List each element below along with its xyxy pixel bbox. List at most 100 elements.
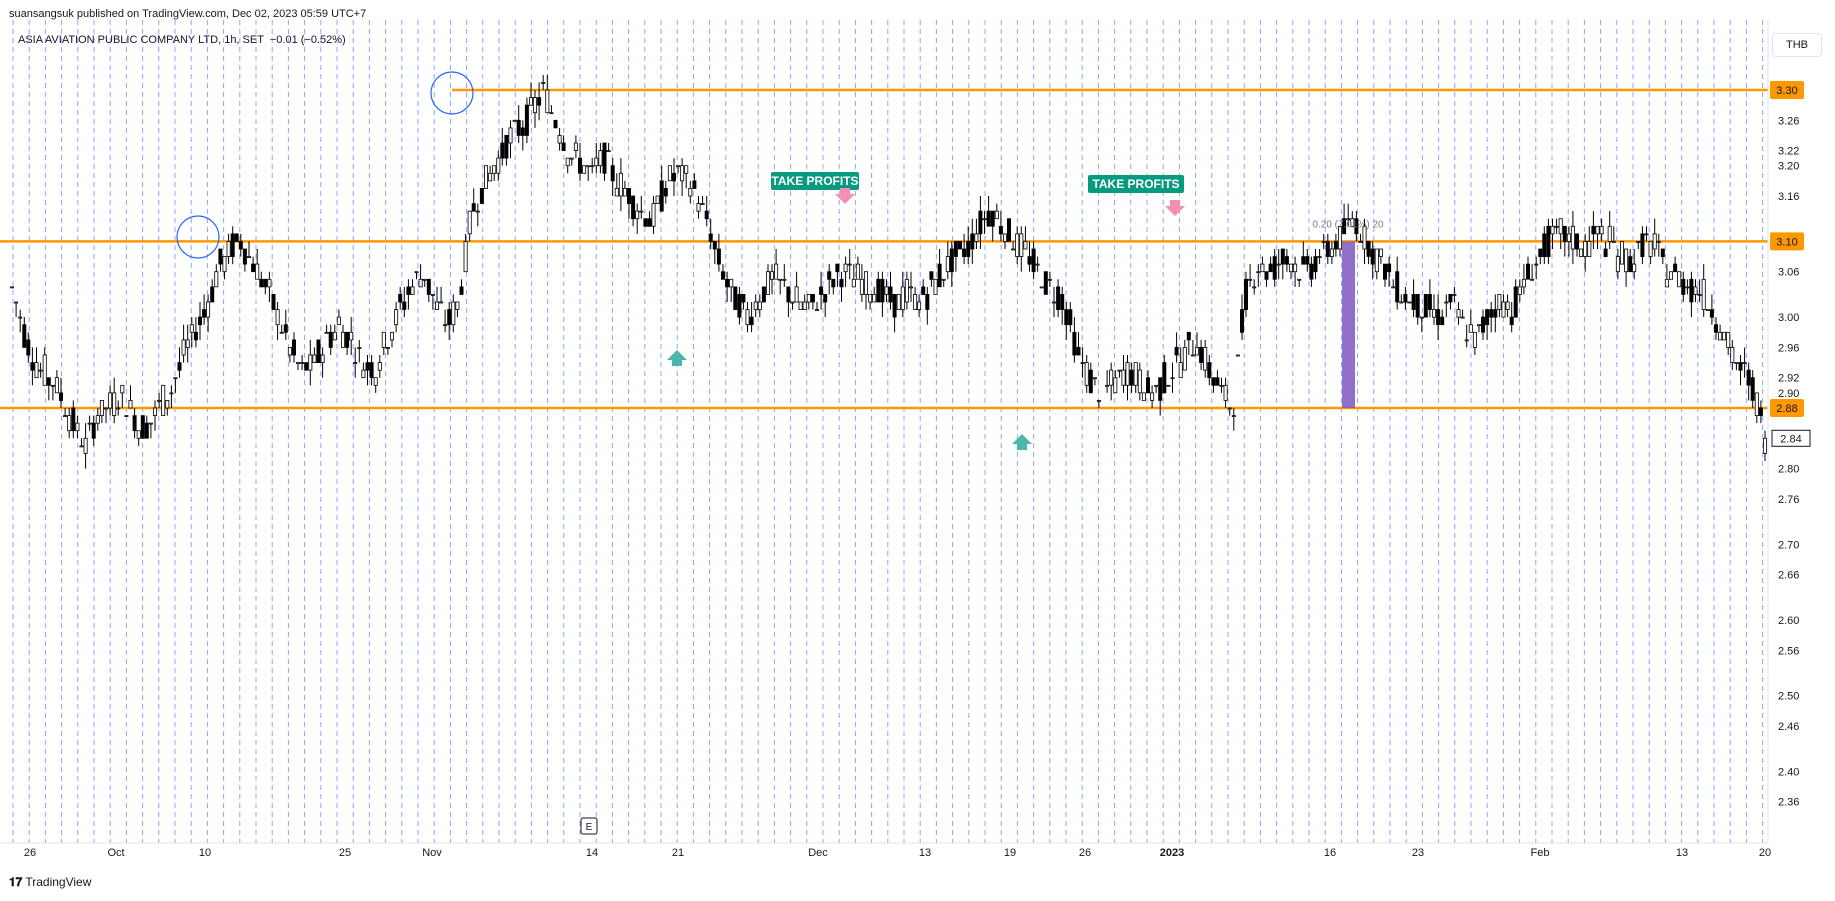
candle-body xyxy=(1452,293,1457,296)
candle-body xyxy=(1591,225,1596,235)
candle-body xyxy=(1301,256,1306,265)
candle-body xyxy=(26,339,31,356)
candle-body xyxy=(569,157,574,160)
candle-body xyxy=(904,278,909,303)
candle-body xyxy=(627,187,632,204)
candle-body xyxy=(1121,369,1126,386)
candle-body xyxy=(1031,248,1036,273)
candle-body xyxy=(1750,377,1755,401)
candle-body xyxy=(1481,316,1486,333)
candle-body xyxy=(226,240,231,257)
candle-body xyxy=(1158,377,1163,401)
candle-body xyxy=(741,293,746,303)
y-tick-label: 2.70 xyxy=(1778,539,1799,551)
candle-body xyxy=(524,104,529,136)
candle-body xyxy=(913,293,918,310)
candle-body xyxy=(455,301,460,310)
candle-body xyxy=(361,369,366,379)
candle-body xyxy=(1297,278,1302,281)
candle-body xyxy=(1742,362,1747,365)
candle-body xyxy=(1497,293,1502,310)
candle-body xyxy=(847,263,852,266)
y-tick-label: 3.22 xyxy=(1778,146,1799,158)
candle-body xyxy=(1415,293,1420,318)
candle-body xyxy=(1464,339,1469,342)
candle-body xyxy=(1252,286,1257,289)
candle-body xyxy=(1570,225,1575,250)
y-tick-label: 2.46 xyxy=(1778,721,1799,733)
tradingview-logo-icon: 𝟏𝟕 xyxy=(9,875,23,889)
candle-body xyxy=(394,309,399,326)
x-tick-label: 25 xyxy=(339,847,351,859)
candle-body xyxy=(974,233,979,242)
candle-body xyxy=(14,301,19,304)
candle-body xyxy=(459,286,464,295)
candle-body xyxy=(373,377,378,386)
candle-body xyxy=(1203,346,1208,371)
candle-body xyxy=(1595,225,1600,235)
candle-body xyxy=(618,172,623,197)
candle-body xyxy=(320,354,325,363)
candle-body xyxy=(1754,392,1759,416)
candle-body xyxy=(1620,240,1625,265)
candle-body xyxy=(1407,301,1412,304)
candle-body xyxy=(1276,263,1281,266)
candle-body xyxy=(259,278,264,288)
candle-body xyxy=(30,362,35,371)
candle-body xyxy=(1186,331,1191,341)
candle-body xyxy=(745,309,750,326)
candle-body xyxy=(876,278,881,303)
candle-body xyxy=(937,263,942,288)
candle-body xyxy=(1656,240,1661,243)
x-tick-label: 20 xyxy=(1759,847,1771,859)
candle-body xyxy=(1546,225,1551,258)
candle-body xyxy=(124,415,129,418)
candle-body xyxy=(18,316,23,319)
candle-body xyxy=(708,233,713,242)
tradingview-brand[interactable]: 𝟏𝟕 TradingView xyxy=(9,875,91,890)
candle-body xyxy=(1248,278,1253,281)
y-tick-label: 3.16 xyxy=(1778,191,1799,203)
candle-body xyxy=(622,187,627,197)
candle-body xyxy=(1260,263,1265,273)
candle-body xyxy=(1003,233,1008,242)
candle-body xyxy=(1509,316,1514,326)
level-price-label: 3.10 xyxy=(1776,236,1797,248)
candle-body xyxy=(242,248,247,265)
candle-body xyxy=(1673,263,1678,273)
candle-body xyxy=(193,331,198,341)
candle-body xyxy=(222,256,227,273)
candle-body xyxy=(116,407,121,410)
candle-body xyxy=(99,399,104,416)
candle-body xyxy=(1378,248,1383,257)
candle-body xyxy=(402,301,407,310)
candle-body xyxy=(1117,369,1122,372)
candle-body xyxy=(1440,316,1445,326)
y-tick-label: 3.26 xyxy=(1778,115,1799,127)
candle-body xyxy=(896,293,901,310)
y-tick-label: 2.92 xyxy=(1778,373,1799,385)
take-profit-label: TAKE PROFITS xyxy=(771,174,858,188)
candle-body xyxy=(54,377,59,394)
candle-body xyxy=(1758,407,1763,416)
candle-body xyxy=(945,256,950,273)
candle-body xyxy=(283,324,288,333)
price-chart[interactable]: TAKE PROFITS TAKE PROFITS 0.20 (7.01%) 20 E… xyxy=(0,0,1835,901)
y-tick-label: 2.50 xyxy=(1778,691,1799,703)
candle-body xyxy=(1056,286,1061,310)
candle-body xyxy=(1366,240,1371,257)
x-tick-label: 10 xyxy=(199,847,211,859)
candle-body xyxy=(1141,392,1146,401)
candle-body xyxy=(1624,248,1629,273)
x-tick-label: 14 xyxy=(586,847,598,859)
candle-body xyxy=(1064,309,1069,326)
candle-body xyxy=(398,293,403,303)
candle-body xyxy=(434,301,439,310)
candle-body xyxy=(1660,248,1665,257)
candle-body xyxy=(1084,362,1089,386)
candle-body xyxy=(1047,278,1052,281)
candle-body xyxy=(1615,256,1620,273)
candle-body xyxy=(328,331,333,348)
candle-body xyxy=(1125,362,1130,386)
x-tick-label: 19 xyxy=(1004,847,1016,859)
